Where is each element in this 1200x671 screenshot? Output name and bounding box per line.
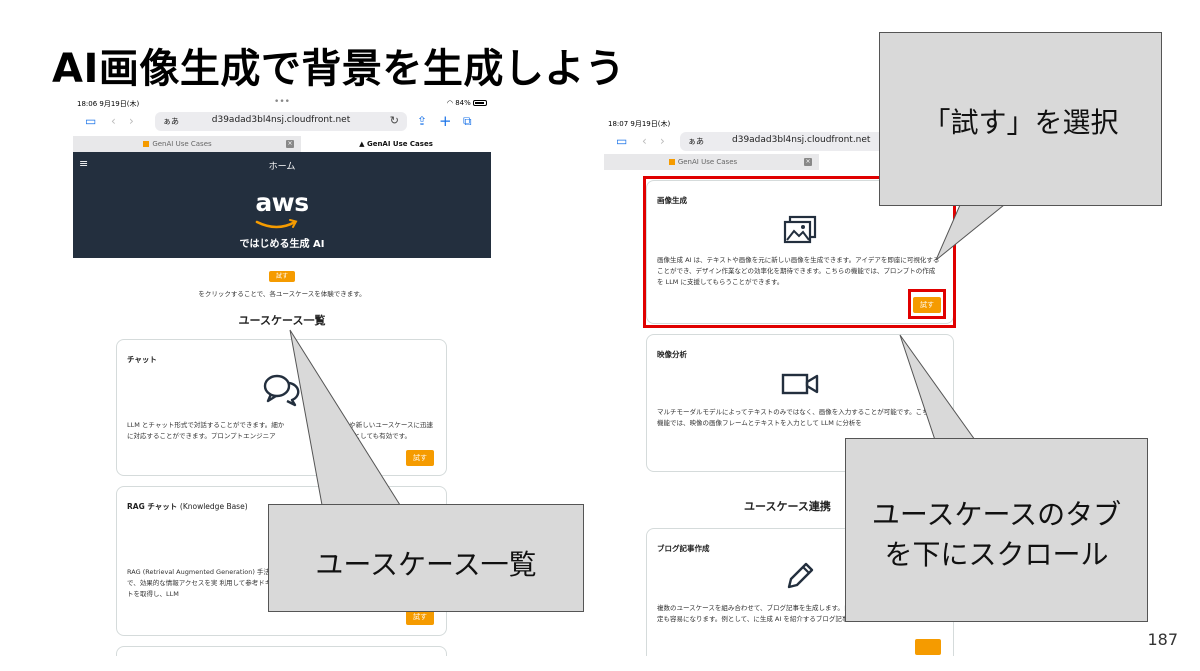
- address-bar[interactable]: ぁあ d39adad3bl4nsj.cloudfront.net ↻: [155, 112, 407, 131]
- video-camera-icon: [647, 371, 953, 401]
- url-host: d39adad3bl4nsj.cloudfront.net: [211, 115, 351, 125]
- back-icon[interactable]: ‹: [642, 134, 647, 148]
- card-title: チャット: [127, 355, 157, 364]
- battery-percent: 84%: [455, 99, 471, 107]
- close-tab-icon[interactable]: ×: [286, 140, 294, 148]
- header-home-title: ホーム: [268, 162, 296, 172]
- status-time: 18:06 9月19日(木): [77, 100, 140, 108]
- slide-title: AI画像生成で背景を生成しよう: [52, 46, 626, 92]
- callout-text: ユースケース一覧: [315, 548, 537, 581]
- tab-label: GenAI Use Cases: [366, 140, 433, 148]
- aws-favicon-icon: ▲: [359, 140, 367, 148]
- favicon-icon: [668, 159, 675, 165]
- sidebar-icon[interactable]: ▭: [85, 114, 96, 128]
- callout-scroll-tabs: ユースケースのタブ を下にスクロール: [845, 438, 1148, 622]
- aws-logo: aws: [255, 188, 309, 217]
- tab-strip: GenAI Use Cases × ▲ GenAI Use Cases: [73, 136, 491, 152]
- button-highlight-frame: [908, 289, 946, 319]
- favicon-icon: [143, 141, 150, 147]
- usecase-card-next: [116, 646, 447, 656]
- reload-icon[interactable]: ↻: [390, 114, 399, 127]
- try-button-sample: 試す: [269, 271, 295, 282]
- usecase-card-chat: チャット LLM とチャット形式で対話することができます。細か や新しいユースケ…: [116, 339, 447, 476]
- browser-toolbar: ▭ ‹ › ぁあ d39adad3bl4nsj.cloudfront.net ↻…: [73, 110, 491, 134]
- status-time: 18:07 9月19日(木): [608, 120, 671, 128]
- battery-status: ◠ 84%: [447, 99, 487, 107]
- forward-icon[interactable]: ›: [129, 114, 134, 128]
- try-chat-button[interactable]: 試す: [406, 450, 434, 466]
- callout-text-line2: を下にスクロール: [884, 538, 1109, 571]
- reader-aa-button[interactable]: ぁあ: [688, 136, 704, 147]
- page-number: 187: [1147, 630, 1178, 649]
- card-title: 映像分析: [657, 350, 687, 359]
- share-icon[interactable]: ⇪: [417, 114, 427, 128]
- tabs-overview-icon[interactable]: ⧉: [463, 114, 472, 129]
- card-title-main: RAG チャット: [127, 502, 178, 511]
- try-blog-button[interactable]: [915, 639, 941, 655]
- card-title-sub: (Knowledge Base): [179, 502, 248, 511]
- battery-icon: [473, 100, 487, 106]
- back-icon[interactable]: ‹: [111, 114, 116, 128]
- card-description: LLM とチャット形式で対話することができます。細か や新しいユースケースに迅速…: [127, 421, 434, 440]
- close-tab-icon[interactable]: ×: [804, 158, 812, 166]
- forward-icon[interactable]: ›: [660, 134, 665, 148]
- chat-bubbles-icon: [117, 372, 446, 412]
- sidebar-icon[interactable]: ▭: [616, 134, 627, 148]
- card-title: ブログ記事作成: [657, 544, 710, 553]
- browser-tab[interactable]: GenAI Use Cases: [73, 136, 282, 152]
- callout-usecase-list: ユースケース一覧: [268, 504, 584, 612]
- usecase-list-heading: ユースケース一覧: [238, 314, 326, 327]
- aws-smile-icon: [255, 219, 298, 229]
- callout-select-try: 「試す」を選択: [879, 32, 1162, 206]
- browser-tab[interactable]: GenAI Use Cases: [604, 154, 802, 170]
- tab-label: GenAI Use Cases: [677, 158, 738, 166]
- app-header: ≡ ホーム aws ではじめる生成 AI: [73, 152, 491, 258]
- wifi-icon: ◠: [446, 99, 453, 107]
- callout-text: 「試す」を選択: [922, 106, 1119, 139]
- card-title: RAG チャット (Knowledge Base): [127, 501, 248, 512]
- status-bar: 18:06 9月19日(木) ••• ◠ 84%: [73, 96, 491, 110]
- tab-label: GenAI Use Cases: [152, 140, 212, 148]
- browser-tab-active[interactable]: ▲ GenAI Use Cases: [301, 136, 491, 152]
- header-subtitle: ではじめる生成 AI: [239, 239, 325, 250]
- callout-text-line1: ユースケースのタブ: [871, 498, 1122, 531]
- new-tab-icon[interactable]: +: [439, 112, 452, 130]
- usage-hint: をクリックすることで、各ユースケースを体験できます。: [198, 290, 366, 298]
- multitask-dots-icon[interactable]: •••: [274, 97, 290, 107]
- card-description: マルチモーダルモデルによってテキストのみではなく、画像を入力することが可能です。…: [657, 408, 942, 427]
